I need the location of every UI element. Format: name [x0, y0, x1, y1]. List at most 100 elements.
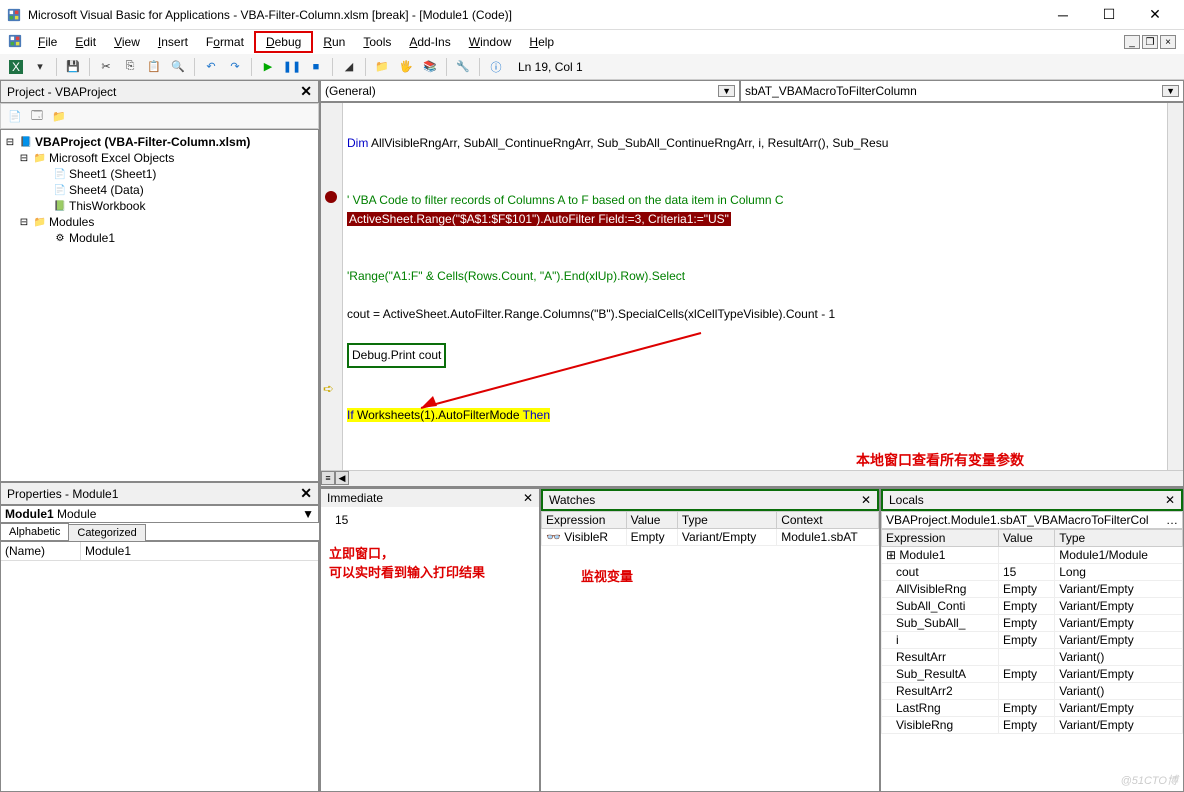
mdi-restore-button[interactable]: ❐ — [1142, 35, 1158, 49]
properties-icon[interactable]: 🖐 — [396, 57, 416, 77]
table-row[interactable]: AllVisibleRngEmptyVariant/Empty — [882, 581, 1183, 598]
procedure-view-button[interactable]: ≡ — [321, 471, 335, 485]
code-editor[interactable]: ➪ Dim Dim AllVisibleRngArr, SubAll_Conti… — [320, 102, 1184, 487]
table-row[interactable]: Sub_SubAll_EmptyVariant/Empty — [882, 615, 1183, 632]
break-icon[interactable]: ❚❚ — [282, 57, 302, 77]
maximize-button[interactable]: ☐ — [1086, 0, 1132, 30]
menu-format[interactable]: Format — [198, 33, 252, 51]
toolbox-icon[interactable]: 🔧 — [453, 57, 473, 77]
watches-body[interactable]: Expression Value Type Context 👓 VisibleR… — [541, 511, 879, 791]
object-combo[interactable]: (General) ▼ — [320, 80, 740, 102]
code-gutter[interactable] — [321, 103, 343, 486]
procedure-combo[interactable]: sbAT_VBAMacroToFilterColumn ▼ — [740, 80, 1184, 102]
chevron-down-icon[interactable]: ▼ — [1162, 85, 1179, 97]
locals-close-button[interactable]: ✕ — [1165, 493, 1175, 507]
locals-col-type[interactable]: Type — [1055, 530, 1183, 547]
menu-tools[interactable]: Tools — [355, 33, 399, 51]
table-row[interactable]: LastRngEmptyVariant/Empty — [882, 700, 1183, 717]
view-excel-icon[interactable]: X — [6, 57, 26, 77]
tree-module1[interactable]: Module1 — [69, 231, 115, 245]
mdi-minimize-button[interactable]: _ — [1124, 35, 1140, 49]
menu-edit[interactable]: Edit — [67, 33, 104, 51]
table-row[interactable]: iEmptyVariant/Empty — [882, 632, 1183, 649]
undo-icon[interactable]: ↶ — [201, 57, 221, 77]
table-row[interactable]: cout15Long — [882, 564, 1183, 581]
object-browser-icon[interactable]: 📚 — [420, 57, 440, 77]
properties-pane-close-button[interactable]: ✕ — [300, 485, 312, 502]
immediate-close-button[interactable]: ✕ — [523, 491, 533, 505]
tree-modules[interactable]: Modules — [49, 215, 94, 229]
collapse-icon[interactable]: ⊟ — [17, 151, 31, 165]
locals-table[interactable]: Expression Value Type ⊞ Module1Module1/M… — [881, 529, 1183, 734]
locals-col-val[interactable]: Value — [998, 530, 1054, 547]
table-row[interactable]: VisibleRngEmptyVariant/Empty — [882, 717, 1183, 734]
copy-icon[interactable]: ⎘ — [120, 57, 140, 77]
tab-alphabetic[interactable]: Alphabetic — [0, 523, 69, 540]
properties-grid[interactable]: (Name) Module1 — [0, 541, 319, 792]
help-icon[interactable]: ⓘ — [486, 57, 506, 77]
collapse-icon[interactable]: ⊟ — [17, 215, 31, 229]
chevron-down-icon[interactable]: ▼ — [302, 507, 314, 521]
cut-icon[interactable]: ✂ — [96, 57, 116, 77]
collapse-icon[interactable]: ⊟ — [3, 135, 17, 149]
table-row[interactable]: SubAll_ContiEmptyVariant/Empty — [882, 598, 1183, 615]
code-content[interactable]: Dim Dim AllVisibleRngArr, SubAll_Continu… — [347, 115, 888, 444]
watches-col-expr[interactable]: Expression — [542, 512, 627, 529]
view-code-icon[interactable]: 📄 — [5, 106, 25, 126]
breakpoint-icon[interactable] — [325, 191, 337, 203]
project-explorer-icon[interactable]: 📁 — [372, 57, 392, 77]
redo-icon[interactable]: ↷ — [225, 57, 245, 77]
mdi-close-button[interactable]: × — [1160, 35, 1176, 49]
table-row[interactable]: Sub_ResultAEmptyVariant/Empty — [882, 666, 1183, 683]
watches-close-button[interactable]: ✕ — [861, 493, 871, 507]
view-object-icon[interactable]: 🗔 — [27, 106, 47, 126]
tab-categorized[interactable]: Categorized — [68, 524, 145, 541]
menu-run[interactable]: Run — [315, 33, 353, 51]
table-row[interactable]: ResultArrVariant() — [882, 649, 1183, 666]
save-icon[interactable]: 💾 — [63, 57, 83, 77]
paste-icon[interactable]: 📋 — [144, 57, 164, 77]
menu-debug[interactable]: Debug — [254, 31, 313, 53]
immediate-body[interactable]: 15 立即窗口， 可以实时看到输入打印结果 — [321, 507, 539, 791]
watches-col-ctx[interactable]: Context — [777, 512, 879, 529]
menu-file[interactable]: File — [30, 33, 65, 51]
minimize-button[interactable]: ─ — [1040, 0, 1086, 30]
code-scrollbar-vertical[interactable] — [1167, 103, 1183, 486]
titlebar: Microsoft Visual Basic for Applications … — [0, 0, 1184, 30]
toggle-folders-icon[interactable]: 📁 — [49, 106, 69, 126]
locals-context-button[interactable]: … — [1166, 513, 1178, 527]
tree-root[interactable]: VBAProject (VBA-Filter-Column.xlsm) — [35, 135, 250, 149]
project-tree[interactable]: ⊟📘VBAProject (VBA-Filter-Column.xlsm) ⊟📁… — [0, 129, 319, 482]
table-row[interactable]: ResultArr2Variant() — [882, 683, 1183, 700]
locals-body[interactable]: Expression Value Type ⊞ Module1Module1/M… — [881, 529, 1183, 791]
table-row[interactable]: ⊞ Module1Module1/Module — [882, 547, 1183, 564]
insert-dropdown-icon[interactable]: ▾ — [30, 57, 50, 77]
locals-col-expr[interactable]: Expression — [882, 530, 999, 547]
close-button[interactable]: ✕ — [1132, 0, 1178, 30]
code-scrollbar-horizontal[interactable]: ≡ ◀ — [321, 470, 1183, 486]
chevron-down-icon[interactable]: ▼ — [718, 85, 735, 97]
watches-col-val[interactable]: Value — [626, 512, 677, 529]
menu-addins[interactable]: Add-Ins — [401, 33, 458, 51]
properties-object-combo[interactable]: Module1 Module ▼ — [0, 505, 319, 523]
watches-table[interactable]: Expression Value Type Context 👓 VisibleR… — [541, 511, 879, 546]
tree-sheet1[interactable]: Sheet1 (Sheet1) — [69, 167, 156, 181]
tree-excel-objects[interactable]: Microsoft Excel Objects — [49, 151, 174, 165]
menu-window[interactable]: Window — [461, 33, 520, 51]
run-icon[interactable]: ▶ — [258, 57, 278, 77]
watches-col-type[interactable]: Type — [677, 512, 776, 529]
menu-insert[interactable]: Insert — [150, 33, 196, 51]
reset-icon[interactable]: ■ — [306, 57, 326, 77]
find-icon[interactable]: 🔍 — [168, 57, 188, 77]
design-mode-icon[interactable]: ◢ — [339, 57, 359, 77]
prop-name-value[interactable]: Module1 — [81, 542, 135, 560]
table-row[interactable]: 👓 VisibleR Empty Variant/Empty Module1.s… — [542, 529, 879, 546]
full-module-view-button[interactable]: ◀ — [335, 471, 349, 485]
project-pane-close-button[interactable]: ✕ — [300, 83, 312, 100]
tree-thisworkbook[interactable]: ThisWorkbook — [69, 199, 145, 213]
menu-view[interactable]: View — [106, 33, 148, 51]
menu-help[interactable]: Help — [521, 33, 562, 51]
tree-sheet4[interactable]: Sheet4 (Data) — [69, 183, 144, 197]
locals-context-combo[interactable]: VBAProject.Module1.sbAT_VBAMacroToFilter… — [881, 511, 1183, 529]
watches-title: Watches — [549, 493, 595, 507]
